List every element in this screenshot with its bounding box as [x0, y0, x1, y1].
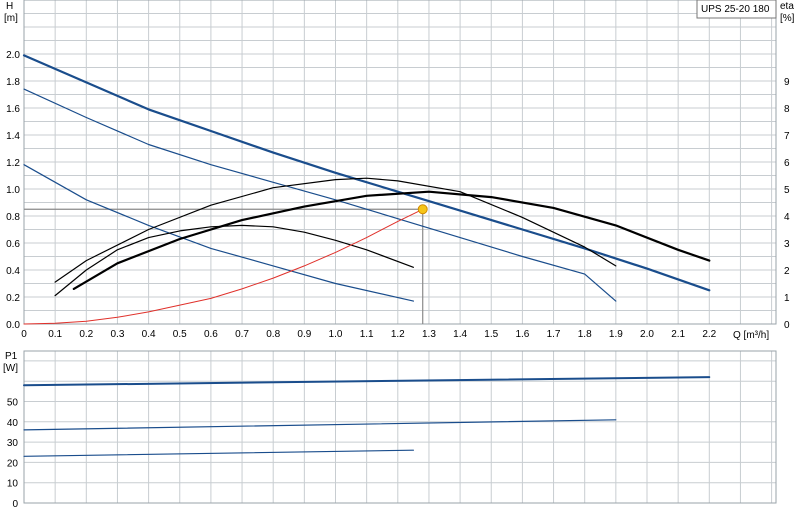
- flow-tick-label: 1.2: [391, 329, 405, 340]
- flow-tick-label: 0.8: [266, 329, 280, 340]
- efficiency-tick-label: 9: [784, 77, 790, 88]
- head-tick-label: 1.8: [6, 77, 20, 88]
- flow-tick-label: 1.3: [422, 329, 436, 340]
- flow-tick-label: 0.9: [297, 329, 311, 340]
- operating-point-marker: [417, 204, 428, 215]
- head-tick-label: 2.0: [6, 50, 20, 61]
- power-tick-label: 10: [7, 479, 19, 490]
- efficiency-tick-label: 6: [784, 158, 790, 169]
- flow-tick-label: 1.0: [329, 329, 343, 340]
- head-axis-label: H: [6, 1, 13, 12]
- flow-tick-label: 0.6: [204, 329, 218, 340]
- efficiency-tick-label: 8: [784, 104, 790, 115]
- power-tick-label: 20: [7, 458, 19, 469]
- flow-tick-label: 0.7: [235, 329, 249, 340]
- flow-tick-label: 0.4: [142, 329, 156, 340]
- model-label-box: UPS 25-20 180: [696, 0, 777, 19]
- flow-tick-label: 2.1: [671, 329, 685, 340]
- flow-tick-label: 0.3: [110, 329, 124, 340]
- flow-tick-label: 2.2: [702, 329, 716, 340]
- power-tick-label: 50: [7, 398, 19, 409]
- efficiency-axis-label: eta: [780, 1, 794, 12]
- flow-tick-label: 1.8: [578, 329, 592, 340]
- flow-tick-label: 1.4: [453, 329, 467, 340]
- efficiency-tick-label: 4: [784, 212, 790, 223]
- head-tick-label: 0.8: [6, 212, 20, 223]
- flow-tick-label: 0.5: [173, 329, 187, 340]
- efficiency-tick-label: 3: [784, 239, 790, 250]
- efficiency-tick-label: 5: [784, 185, 790, 196]
- efficiency-tick-label: 2: [784, 266, 790, 277]
- power-tick-label: 30: [7, 438, 19, 449]
- model-label: UPS 25-20 180: [701, 4, 770, 15]
- head-tick-label: 0.0: [6, 320, 20, 331]
- head-tick-label: 1.4: [6, 131, 20, 142]
- power-tick-label: 0: [12, 499, 18, 510]
- power-axis-label: P1: [5, 351, 18, 362]
- power-tick-label: 40: [7, 418, 19, 429]
- head-tick-label: 1.2: [6, 158, 20, 169]
- flow-tick-label: 0.1: [48, 329, 62, 340]
- flow-tick-label: 2.0: [640, 329, 654, 340]
- efficiency-tick-label: 0: [784, 320, 790, 331]
- flow-tick-label: 0.2: [79, 329, 93, 340]
- power-axis-unit: [W]: [3, 363, 18, 374]
- flow-axis-label: Q [m³/h]: [733, 330, 769, 341]
- efficiency-tick-label: 7: [784, 131, 790, 142]
- flow-tick-label: 1.6: [515, 329, 529, 340]
- flow-tick-label: 1.5: [484, 329, 498, 340]
- pump-performance-chart: 0 0.1 0.2 0.3 0.4 0.5 0.6 0.7 0.8 0.9 1.0 1.1 1.2 1.3…: [0, 0, 800, 520]
- efficiency-axis-unit: [%]: [780, 13, 795, 24]
- flow-tick-label: 1.9: [609, 329, 623, 340]
- flow-tick-label: 0: [21, 329, 27, 340]
- head-tick-label: 1.6: [6, 104, 20, 115]
- head-tick-label: 0.6: [6, 239, 20, 250]
- head-tick-label: 0.2: [6, 293, 20, 304]
- efficiency-tick-label: 1: [784, 293, 790, 304]
- flow-tick-label: 1.7: [547, 329, 561, 340]
- head-axis-unit: [m]: [4, 13, 18, 24]
- head-tick-label: 1.0: [6, 185, 20, 196]
- flow-tick-label: 1.1: [360, 329, 374, 340]
- head-tick-label: 0.4: [6, 266, 20, 277]
